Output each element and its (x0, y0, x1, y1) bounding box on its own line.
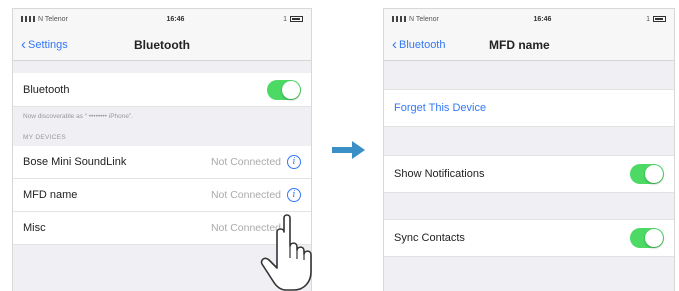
bluetooth-label: Bluetooth (23, 83, 70, 96)
status-right-text: 1 (283, 15, 287, 23)
navigation-bar: ‹ Bluetooth MFD name (384, 29, 674, 61)
status-bar: N Telenor 16:46 1 (384, 9, 674, 29)
forget-device-button[interactable]: Forget This Device (394, 102, 486, 114)
device-name: MFD name (23, 189, 78, 201)
carrier-label: N Telenor (409, 15, 439, 23)
back-button[interactable]: ‹ Bluetooth (392, 36, 446, 53)
device-status: Not Connected (210, 189, 281, 201)
show-notifications-row: Show Notifications (384, 155, 674, 193)
device-detail-screen: N Telenor 16:46 1 ‹ Bluetooth MFD name F… (383, 8, 675, 291)
status-time: 16:46 (533, 15, 552, 23)
info-icon[interactable]: i (287, 155, 301, 169)
sync-contacts-label: Sync Contacts (394, 232, 465, 244)
arrow-right-icon (332, 141, 365, 159)
forget-device-row[interactable]: Forget This Device (384, 89, 674, 127)
bluetooth-row: Bluetooth (13, 73, 311, 107)
signal-icon (392, 16, 406, 22)
bluetooth-toggle[interactable] (267, 79, 301, 100)
discoverable-text: Now discoverable as “ •••••••• iPhone”. (23, 113, 133, 120)
back-button[interactable]: ‹ Settings (21, 36, 68, 53)
back-label: Bluetooth (399, 38, 446, 51)
status-time: 16:46 (166, 15, 185, 23)
hand-pointer-icon (260, 214, 312, 291)
my-devices-header: MY DEVICES (23, 134, 66, 141)
device-row-bose[interactable]: Bose Mini SoundLink Not Connected i (13, 146, 311, 179)
info-icon[interactable]: i (287, 188, 301, 202)
status-right-text: 1 (646, 15, 650, 23)
signal-icon (21, 16, 35, 22)
sync-contacts-row: Sync Contacts (384, 219, 674, 257)
show-notifications-label: Show Notifications (394, 168, 485, 180)
carrier-label: N Telenor (38, 15, 68, 23)
sync-contacts-toggle[interactable] (630, 228, 664, 248)
device-status: Not Connected (210, 156, 281, 168)
battery-icon (290, 16, 303, 22)
back-label: Settings (28, 38, 68, 51)
navigation-bar: ‹ Settings Bluetooth (13, 29, 311, 61)
chevron-left-icon: ‹ (392, 36, 397, 53)
chevron-left-icon: ‹ (21, 36, 26, 53)
show-notifications-toggle[interactable] (630, 164, 664, 184)
status-bar: N Telenor 16:46 1 (13, 9, 311, 29)
battery-icon (653, 16, 666, 22)
device-name: Bose Mini SoundLink (23, 156, 127, 168)
device-row-mfd[interactable]: MFD name Not Connected i (13, 179, 311, 212)
device-name: Misc (23, 222, 46, 234)
